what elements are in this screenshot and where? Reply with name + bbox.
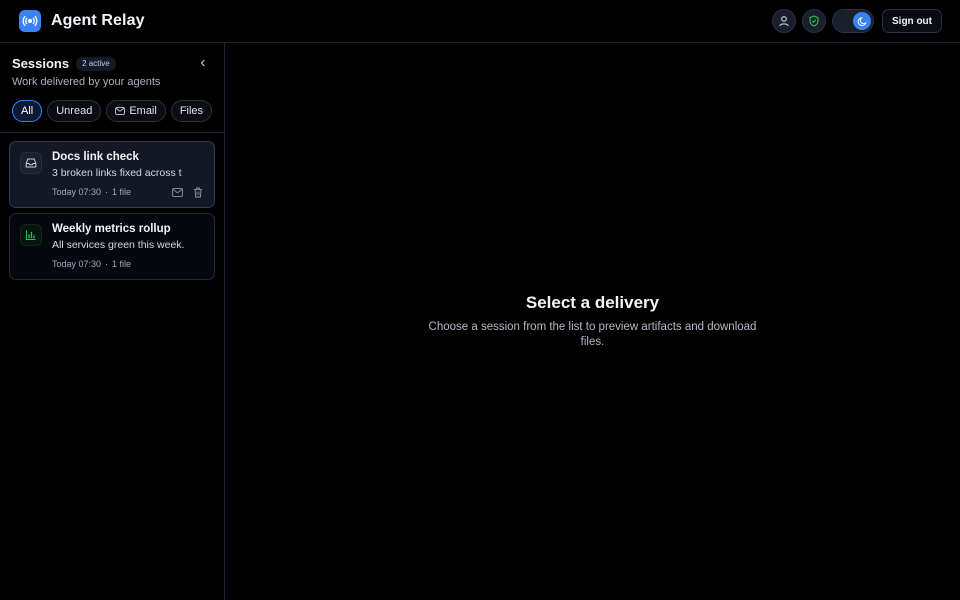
session-meta: Today 07:30 · 1 file	[52, 187, 131, 197]
theme-toggle-knob	[853, 12, 871, 30]
session-item[interactable]: Docs link check 3 broken links fixed acr…	[9, 141, 215, 208]
session-icon-box	[20, 152, 42, 174]
session-title: Docs link check	[52, 151, 139, 163]
session-title: Weekly metrics rollup	[52, 223, 171, 235]
broadcast-logo-icon	[19, 10, 41, 32]
filter-files[interactable]: Files	[170, 100, 213, 122]
session-time: Today 07:30	[52, 259, 102, 269]
meta-separator: ·	[105, 259, 109, 269]
sign-out-button[interactable]: Sign out	[882, 9, 942, 33]
sidebar-title: Sessions	[12, 56, 70, 71]
empty-state-description: Choose a session from the list to previe…	[428, 321, 757, 348]
app-header: Agent Relay Sign out	[0, 0, 960, 43]
filter-email-label: Email	[129, 105, 157, 117]
header-actions: Sign out	[772, 9, 942, 33]
sidebar-title-row: Sessions 2 active	[12, 56, 212, 71]
sessions-sidebar: Sessions 2 active Work delivered by your…	[0, 43, 225, 600]
delete-session-button[interactable]	[192, 186, 204, 198]
session-preview: 3 broken links fixed across t...	[52, 167, 182, 179]
session-file-count: 1 file	[112, 259, 132, 269]
bar-chart-icon	[26, 230, 36, 240]
filter-email[interactable]: Email	[106, 100, 166, 122]
filter-all-label: All	[21, 105, 34, 117]
session-item[interactable]: Weekly metrics rollup All services green…	[9, 213, 215, 280]
session-list: Docs link check 3 broken links fixed acr…	[0, 133, 224, 280]
filter-unread-label: Unread	[56, 105, 93, 117]
filter-unread[interactable]: Unread	[47, 100, 102, 122]
delivery-preview-panel: Select a delivery Choose a session from …	[225, 43, 960, 600]
empty-state-title: Select a delivery	[525, 293, 660, 312]
sidebar-subtitle: Work delivered by your agents	[12, 76, 161, 88]
session-time: Today 07:30	[52, 187, 102, 197]
inbox-icon	[25, 158, 37, 168]
session-actions	[171, 186, 204, 198]
session-icon-box	[20, 224, 42, 246]
session-file-count: 1 file	[112, 187, 132, 197]
app-title: Agent Relay	[51, 12, 145, 29]
mark-unread-button[interactable]	[171, 186, 183, 198]
filter-chips: All Unread Email Files	[12, 100, 213, 122]
meta-separator: ·	[105, 187, 109, 197]
sidebar-header: Sessions 2 active Work delivered by your…	[0, 43, 224, 133]
filter-files-label: Files	[179, 105, 204, 117]
collapse-sidebar-button[interactable]	[198, 58, 208, 68]
security-button[interactable]	[802, 9, 826, 33]
user-icon	[779, 16, 789, 27]
shield-check-icon	[809, 15, 819, 27]
filter-all[interactable]: All	[12, 100, 43, 122]
active-count-badge: 2 active	[76, 56, 116, 71]
session-meta: Today 07:30 · 1 file	[52, 259, 131, 269]
moon-icon	[857, 16, 867, 26]
profile-button[interactable]	[772, 9, 796, 33]
theme-toggle[interactable]	[832, 9, 874, 33]
session-preview: All services green this week.	[52, 239, 185, 251]
trash-icon	[194, 187, 202, 197]
chevron-left-icon	[200, 59, 205, 67]
mail-icon	[171, 187, 183, 197]
mail-icon	[115, 107, 126, 115]
